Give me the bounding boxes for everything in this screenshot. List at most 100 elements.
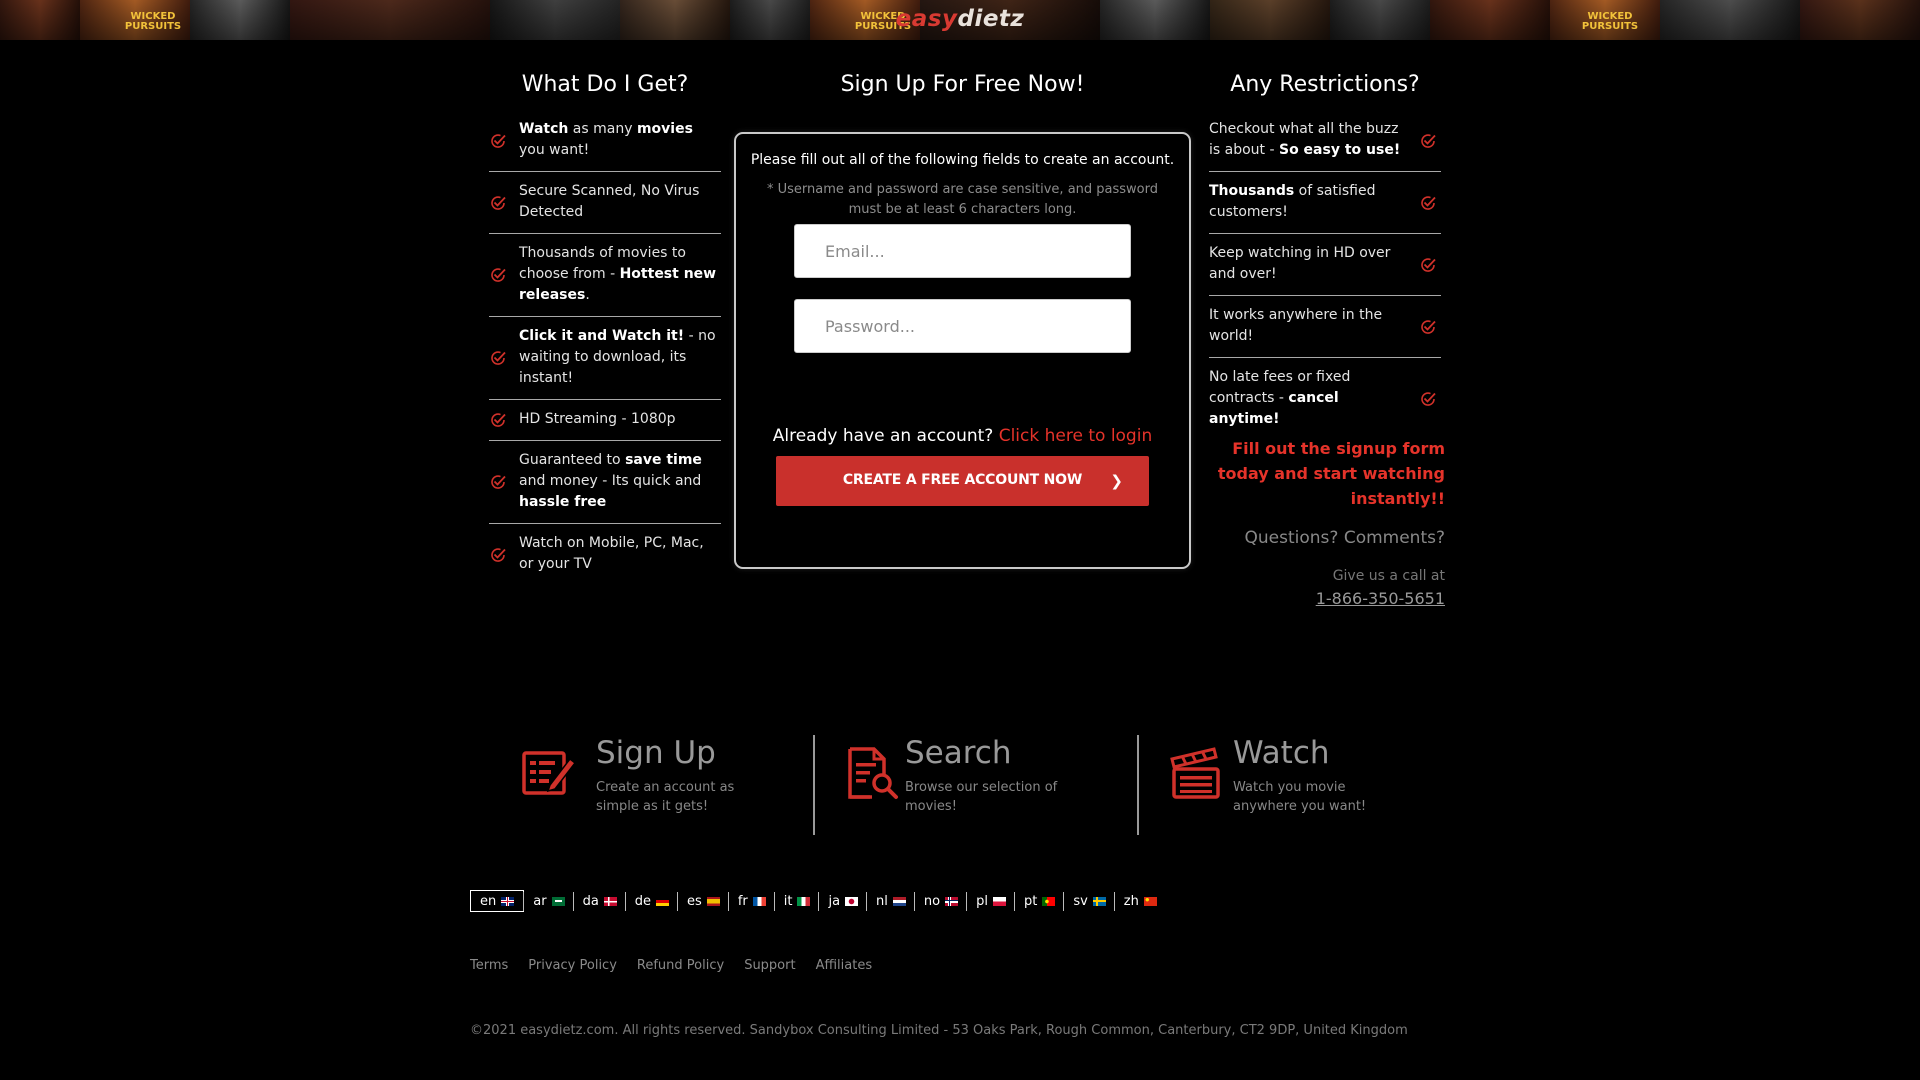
- language-option-ar[interactable]: ar: [523, 891, 573, 912]
- phone-number-link[interactable]: 1-866-350-5651: [1200, 589, 1445, 608]
- language-option-de[interactable]: de: [624, 891, 678, 912]
- flag-ja-icon: [845, 896, 859, 906]
- logo-part-easy: easy: [895, 6, 958, 32]
- flag-da-icon: [603, 896, 617, 906]
- create-account-label: CREATE A FREE ACCOUNT NOW: [842, 472, 1083, 488]
- checkmark-icon: [489, 194, 507, 212]
- language-option-it[interactable]: it: [773, 891, 820, 912]
- list-item-text: Guaranteed to: [519, 452, 626, 468]
- site-logo[interactable]: easydietz: [0, 6, 1920, 32]
- flag-ar-icon: [551, 896, 565, 906]
- language-code: de: [634, 893, 652, 909]
- list-item-text: as many: [568, 121, 637, 137]
- checkmark-icon: [1419, 318, 1437, 336]
- language-code: no: [923, 893, 941, 909]
- create-account-button[interactable]: CREATE A FREE ACCOUNT NOW ❯: [776, 456, 1149, 506]
- step-watch: Watch Watch you movie anywhere you want!: [1168, 735, 1438, 835]
- flag-no-icon: [945, 896, 959, 906]
- language-option-pl[interactable]: pl: [966, 891, 1015, 912]
- language-code: sv: [1073, 893, 1088, 909]
- chevron-right-icon: ❯: [1110, 472, 1123, 490]
- call-us-text: Give us a call at: [1332, 568, 1445, 584]
- header-banner: WICKED PURSUITS WICKED PURSUITS WICKED P…: [0, 0, 1920, 40]
- language-code: nl: [876, 893, 888, 909]
- copyright-text: ©2021 easydietz.com. All rights reserved…: [470, 1023, 1408, 1038]
- checkmark-icon: [489, 411, 507, 429]
- logo-part-dietz: dietz: [957, 6, 1025, 32]
- list-item: Click it and Watch it! - no waiting to d…: [489, 317, 721, 400]
- footer-link-refund-policy[interactable]: Refund Policy: [637, 958, 724, 973]
- step-description: Create an account as simple as it gets!: [596, 780, 735, 814]
- step-description: Browse our selection of movies!: [905, 780, 1058, 814]
- step-search: Search Browse our selection of movies!: [844, 735, 1114, 835]
- list-item-text: .: [585, 287, 590, 303]
- questions-heading: Questions? Comments?: [1244, 528, 1446, 548]
- language-code: it: [783, 893, 793, 909]
- checkmark-icon: [1419, 256, 1437, 274]
- flag-pt-icon: [1042, 896, 1056, 906]
- list-item-text: hassle free: [519, 494, 607, 510]
- step-title: Watch: [1233, 735, 1330, 771]
- language-option-es[interactable]: es: [677, 891, 729, 912]
- any-restrictions-title: Any Restrictions?: [1230, 72, 1420, 97]
- footer-link-terms[interactable]: Terms: [470, 958, 508, 973]
- language-option-nl[interactable]: nl: [866, 891, 915, 912]
- flag-sv-icon: [1092, 896, 1106, 906]
- language-option-en[interactable]: en: [470, 890, 525, 912]
- language-option-fr[interactable]: fr: [727, 891, 775, 912]
- login-link[interactable]: Click here to login: [999, 426, 1153, 446]
- language-code: zh: [1123, 893, 1139, 909]
- list-item: Thousands of movies to choose from - Hot…: [489, 234, 721, 317]
- list-item-text: It works anywhere in the world!: [1209, 307, 1383, 344]
- email-field[interactable]: [794, 224, 1131, 278]
- flag-nl-icon: [892, 896, 906, 906]
- language-code: es: [687, 893, 702, 909]
- list-item-text: save time: [625, 452, 702, 468]
- signup-form: Please fill out all of the following fie…: [734, 132, 1191, 569]
- list-item: Checkout what all the buzz is about - So…: [1209, 110, 1441, 172]
- list-item: Watch as many movies you want!: [489, 110, 721, 172]
- list-item-text: Click it and Watch it!: [519, 328, 685, 344]
- footer-link-affiliates[interactable]: Affiliates: [816, 958, 873, 973]
- language-code: ar: [533, 893, 547, 909]
- checkmark-icon: [489, 546, 507, 564]
- list-item-text: Keep watching in HD over and over!: [1209, 245, 1391, 282]
- list-item: No late fees or fixed contracts - cancel…: [1209, 358, 1441, 440]
- footer-link-support[interactable]: Support: [744, 958, 795, 973]
- checkmark-icon: [489, 132, 507, 150]
- list-item-text: So easy to use!: [1278, 142, 1401, 158]
- signup-cta-text: Fill out the signup form today and start…: [1217, 439, 1445, 508]
- list-item: Secure Scanned, No Virus Detected: [489, 172, 721, 234]
- footer-links: Terms Privacy Policy Refund Policy Support A…: [470, 958, 892, 973]
- language-option-da[interactable]: da: [572, 891, 626, 912]
- flag-fr-icon: [752, 896, 766, 906]
- language-code: da: [582, 893, 599, 909]
- already-have-account: Already have an account? Click here to l…: [736, 426, 1189, 446]
- signup-title: Sign Up For Free Now!: [840, 72, 1085, 97]
- list-item-text: Thousands: [1209, 183, 1295, 199]
- checkmark-icon: [1419, 390, 1437, 408]
- what-do-i-get-title: What Do I Get?: [521, 72, 689, 97]
- list-item: HD Streaming - 1080p: [489, 400, 721, 441]
- flag-en-icon: [501, 896, 515, 906]
- step-divider: [813, 735, 815, 835]
- flag-es-icon: [706, 896, 720, 906]
- list-item-text: Watch: [519, 121, 569, 137]
- list-item: It works anywhere in the world!: [1209, 296, 1441, 358]
- language-code: ja: [828, 893, 841, 909]
- list-item-text: movies: [636, 121, 693, 137]
- language-code: fr: [737, 893, 748, 909]
- language-option-zh[interactable]: zh: [1113, 891, 1166, 912]
- language-option-ja[interactable]: ja: [818, 891, 867, 912]
- list-item-text: Secure Scanned, No Virus Detected: [519, 183, 700, 220]
- search-document-icon: [848, 747, 898, 799]
- list-item-text: you want!: [519, 142, 590, 158]
- signup-form-icon: [522, 751, 576, 795]
- language-option-pt[interactable]: pt: [1013, 891, 1064, 912]
- list-item-text: and money - Its quick and: [519, 473, 702, 489]
- form-intro-text: Please fill out all of the following fie…: [750, 152, 1175, 168]
- footer-link-privacy-policy[interactable]: Privacy Policy: [528, 958, 617, 973]
- language-option-sv[interactable]: sv: [1063, 891, 1114, 912]
- language-option-no[interactable]: no: [913, 891, 967, 912]
- password-field[interactable]: [794, 299, 1131, 353]
